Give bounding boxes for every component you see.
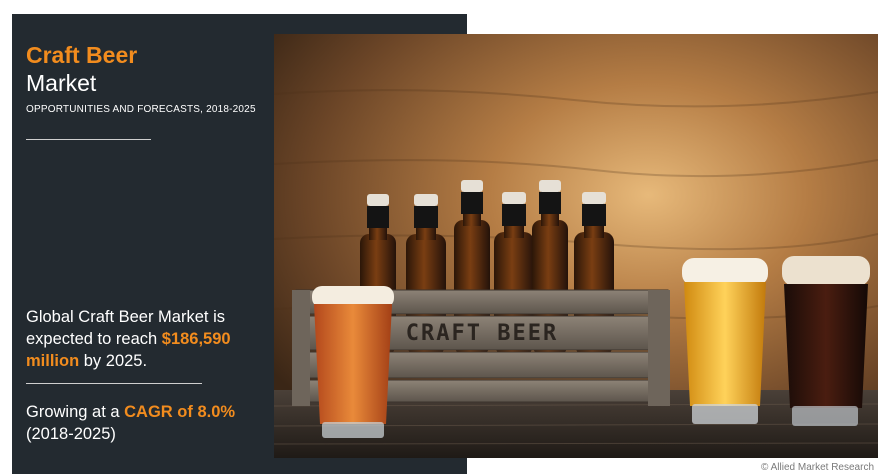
title-line-1: Craft Beer [26,42,138,68]
growth-text-before: Growing at a [26,403,125,421]
crate-label: CRAFT BEER [406,321,558,346]
amber-beer-glass [312,286,394,438]
market-text-after: by 2025. [79,352,148,370]
market-statement: Global Craft Beer Market is expected to … [26,306,276,372]
copyright-credit: © Allied Market Research [761,462,874,473]
title-line-2: Market [26,70,97,96]
divider-middle [26,383,202,384]
subtitle: OPPORTUNITIES AND FORECASTS, 2018-2025 [26,104,256,115]
growth-text-after: (2018-2025) [26,425,116,443]
dark-beer-glass [782,256,870,426]
divider-top [26,139,151,140]
growth-statement: Growing at a CAGR of 8.0% (2018-2025) [26,401,276,445]
craft-beer-photo: CRAFT BEER [274,34,878,458]
growth-cagr-highlight: CAGR of 8.0% [124,403,236,421]
golden-beer-glass [682,258,768,424]
